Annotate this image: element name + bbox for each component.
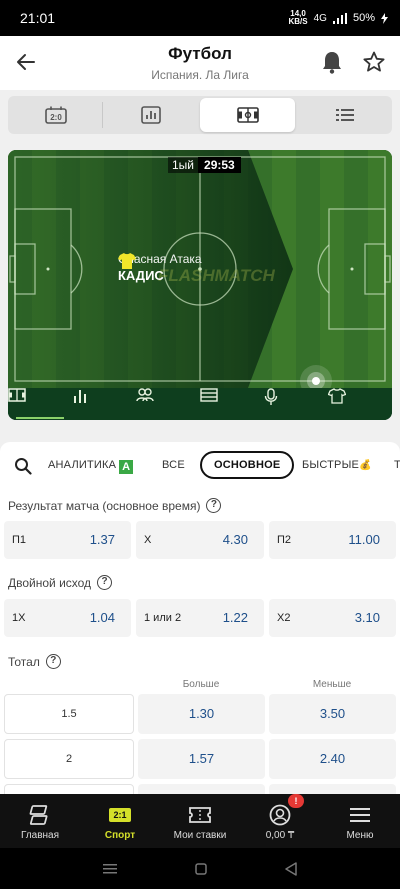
total-line: 2	[4, 739, 134, 779]
odd-total-under[interactable]: 3.50	[269, 694, 396, 734]
match-clock: 29:53	[198, 157, 241, 173]
market-total-title: Тотал ?	[8, 654, 61, 669]
help-icon[interactable]: ?	[97, 575, 113, 590]
battery-level: 50%	[352, 12, 375, 24]
recent-apps-icon[interactable]	[103, 863, 117, 875]
filter-all[interactable]: ВСЕ	[162, 459, 185, 471]
match-half: 1ый	[168, 157, 199, 173]
home-icon	[29, 805, 48, 825]
odd-total-under[interactable]: 2.40	[269, 739, 396, 779]
lineups-icon	[136, 388, 154, 402]
menu-icon	[350, 808, 370, 822]
filter-main[interactable]: ОСНОВНОЕ	[200, 451, 295, 479]
app-header: Футбол Испания. Ла Лига	[0, 36, 400, 90]
match-timer: 1ый 29:53	[168, 157, 241, 173]
pitch-tool-stats[interactable]	[72, 388, 136, 420]
list-icon	[335, 109, 354, 121]
pitch-icon	[236, 107, 259, 123]
odd-double-x2[interactable]: Х2 3.10	[269, 599, 396, 637]
balance-alert-badge: !	[288, 794, 304, 808]
pitch-tool-lineups[interactable]	[136, 388, 200, 420]
market-result-title: Результат матча (основное время) ?	[8, 498, 222, 513]
status-bar: 21:01 14,0 KB/S 4G 50%	[0, 0, 400, 36]
filter-next[interactable]: Т	[394, 459, 400, 471]
odd-total-over[interactable]: 1.57	[138, 739, 265, 779]
market-double-title: Двойной исход ?	[8, 575, 113, 590]
search-icon[interactable]	[14, 457, 32, 475]
markets-panel: АНАЛИТИКА A ВСЕ ОСНОВНОЕ БЫСТРЫЕ💰 Т Резул…	[0, 442, 400, 794]
star-icon[interactable]	[362, 50, 386, 74]
system-nav-bar	[0, 848, 400, 889]
total-under-header: Меньше	[312, 679, 352, 690]
net-speed: 14,0 KB/S	[288, 9, 308, 26]
odd-total-partial	[138, 784, 265, 794]
pitch-tool-field[interactable]	[8, 388, 72, 420]
money-bag-icon: 💰	[359, 460, 372, 471]
field-view-icon	[8, 388, 26, 402]
pitch-tool-table[interactable]	[200, 388, 264, 420]
status-time: 21:01	[20, 10, 56, 26]
jersey-icon	[118, 253, 136, 269]
help-icon[interactable]: ?	[45, 654, 61, 669]
pitch-tool-jersey[interactable]	[328, 388, 392, 420]
match-tracker: FLASHMATCH 1ый 29:53 Опасная Атака КАДИС	[8, 150, 392, 420]
signal-icon	[332, 12, 347, 24]
market-filter-bar: АНАЛИТИКА A ВСЕ ОСНОВНОЕ БЫСТРЫЕ💰 Т	[0, 448, 400, 484]
tab-scoreboard[interactable]: 2:0	[8, 96, 103, 134]
odd-total-over[interactable]: 1.30	[138, 694, 265, 734]
tab-pitch[interactable]	[200, 98, 295, 132]
nav-menu[interactable]: Меню	[320, 794, 400, 848]
odd-result-away[interactable]: П2 11.00	[269, 521, 396, 559]
view-tabs: 2:0	[8, 96, 392, 134]
table-icon	[200, 388, 218, 402]
pitch-tool-commentary[interactable]	[264, 388, 328, 420]
odd-result-draw[interactable]: Х 4.30	[136, 521, 264, 559]
bottom-nav: Главная 2:1 Спорт Мои ставки ! 0,00 ₸ Ме…	[0, 794, 400, 848]
filter-fast[interactable]: БЫСТРЫЕ💰	[302, 459, 372, 471]
bar-stats-icon	[74, 390, 86, 403]
match-event: Опасная Атака КАДИС	[118, 252, 202, 283]
shirt-icon	[328, 388, 346, 404]
nav-my-bets[interactable]: Мои ставки	[160, 794, 240, 848]
svg-text:2:0: 2:0	[50, 113, 62, 122]
tab-statistics[interactable]	[103, 96, 198, 134]
account-icon	[269, 804, 291, 826]
odd-double-1x[interactable]: 1Х 1.04	[4, 599, 131, 637]
help-icon[interactable]: ?	[206, 498, 222, 513]
analytics-badge: A	[119, 460, 134, 474]
total-over-header: Больше	[182, 679, 220, 690]
odd-total-partial	[269, 784, 396, 794]
nav-balance[interactable]: ! 0,00 ₸	[240, 794, 320, 848]
home-button-icon[interactable]	[195, 862, 207, 875]
stats-chart-icon	[140, 106, 161, 124]
total-line-partial	[4, 784, 134, 794]
team-name: КАДИС	[118, 268, 164, 283]
nav-sport[interactable]: 2:1 Спорт	[80, 794, 160, 848]
sport-score-badge: 2:1	[109, 808, 131, 822]
scoreboard-icon: 2:0	[44, 106, 67, 124]
microphone-icon	[264, 388, 278, 405]
pitch-toolbar	[8, 388, 392, 420]
odd-double-12[interactable]: 1 или 2 1.22	[136, 599, 264, 637]
filter-analytics[interactable]: АНАЛИТИКА A	[48, 459, 134, 474]
total-line: 1.5	[4, 694, 134, 734]
bell-icon[interactable]	[321, 50, 343, 74]
back-button-icon[interactable]	[285, 861, 297, 876]
tab-list[interactable]	[297, 96, 392, 134]
nav-home[interactable]: Главная	[0, 794, 80, 848]
odd-result-home[interactable]: П1 1.37	[4, 521, 131, 559]
net-type: 4G	[313, 12, 327, 24]
charging-icon	[381, 12, 388, 24]
ticket-icon	[189, 807, 211, 823]
